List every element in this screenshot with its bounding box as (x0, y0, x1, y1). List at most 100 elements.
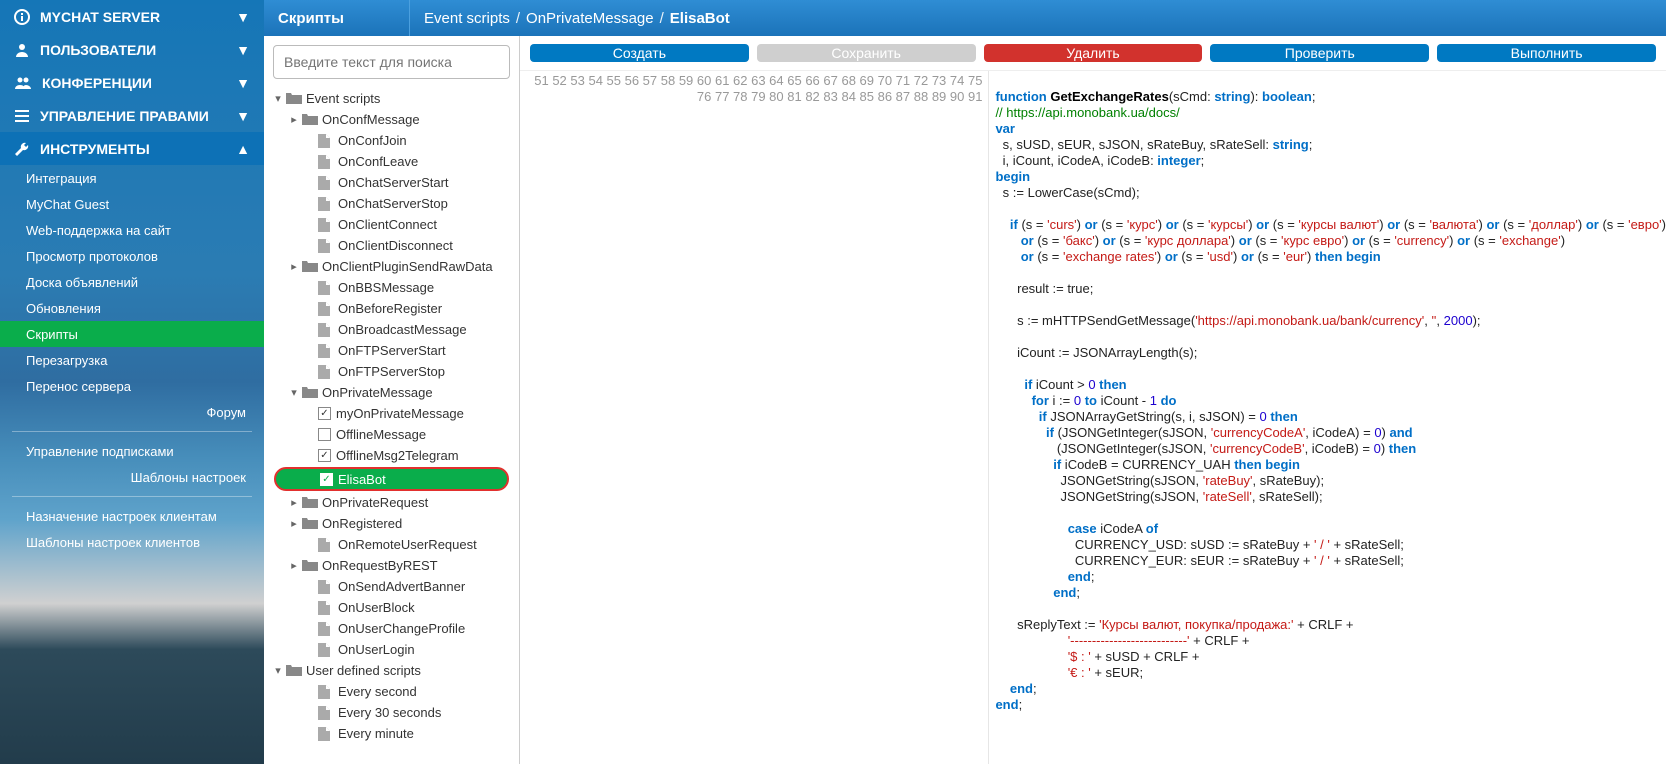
action-bar: Создать Сохранить Удалить Проверить Выпо… (520, 36, 1666, 66)
tree-item[interactable]: ▸ OnClientPluginSendRawData (264, 256, 519, 277)
tree-item-label: OnBBSMessage (338, 280, 434, 295)
tree-expander-icon[interactable]: ▸ (286, 496, 302, 509)
tree-item[interactable]: ▸ OnPrivateRequest (264, 492, 519, 513)
sidebar-section-rights[interactable]: УПРАВЛЕНИЕ ПРАВАМИ▼ (0, 99, 264, 132)
tree-item[interactable]: OnUserLogin (264, 639, 519, 660)
tree-item[interactable]: OnFTPServerStop (264, 361, 519, 382)
create-button[interactable]: Создать (530, 44, 749, 62)
tree-item-label: OnUserBlock (338, 600, 415, 615)
tree-item[interactable]: OfflineMessage (264, 424, 519, 445)
file-icon (318, 197, 334, 211)
tree-item-label: OnChatServerStart (338, 175, 449, 190)
sidebar-item[interactable]: Перенос сервера (0, 373, 264, 399)
folder-icon (286, 92, 302, 106)
sidebar-separator (12, 496, 252, 497)
sidebar-section-conf[interactable]: КОНФЕРЕНЦИИ▼ (0, 66, 264, 99)
tree-item[interactable]: OnBroadcastMessage (264, 319, 519, 340)
sidebar-item[interactable]: Web-поддержка на сайт (0, 217, 264, 243)
tree-item[interactable]: OnChatServerStop (264, 193, 519, 214)
tree-item[interactable]: ▸OnRequestByREST (264, 555, 519, 576)
tree-item-label: User defined scripts (306, 663, 421, 678)
tree-item-label: OnSendAdvertBanner (338, 579, 465, 594)
sidebar-section-users[interactable]: ПОЛЬЗОВАТЕЛИ▼ (0, 33, 264, 66)
tree-item[interactable]: OnConfLeave (264, 151, 519, 172)
checkbox[interactable] (318, 428, 331, 441)
folder-icon (286, 664, 302, 678)
sidebar-section-mychat[interactable]: MYCHAT SERVER▼ (0, 0, 264, 33)
tree-expander-icon[interactable]: ▾ (286, 386, 302, 399)
breadcrumb-part[interactable]: OnPrivateMessage (526, 10, 654, 27)
breadcrumb-part[interactable]: Event scripts (424, 10, 510, 27)
tree-item[interactable]: ▾OnPrivateMessage (264, 382, 519, 403)
tree-expander-icon[interactable]: ▾ (270, 92, 286, 105)
run-button[interactable]: Выполнить (1437, 44, 1656, 62)
sidebar-item[interactable]: Интеграция (0, 165, 264, 191)
file-icon (318, 176, 334, 190)
tree-item-label: OnConfJoin (338, 133, 407, 148)
tree-item-label: OnFTPServerStart (338, 343, 446, 358)
tree-expander-icon[interactable]: ▸ (286, 517, 302, 530)
tree-item[interactable]: OnBeforeRegister (264, 298, 519, 319)
tree-item-selected[interactable]: ✓ElisaBot (274, 467, 509, 491)
code-panel: Создать Сохранить Удалить Проверить Выпо… (520, 36, 1666, 764)
tree-expander-icon[interactable]: ▸ (286, 559, 302, 572)
sidebar-item-subscriptions[interactable]: Управление подписками (0, 438, 264, 464)
sidebar-forum-link[interactable]: Форум (0, 399, 264, 425)
tree-item[interactable]: ▾Event scripts (264, 88, 519, 109)
tree-expander-icon[interactable]: ▸ (286, 260, 302, 273)
script-tree[interactable]: ▾Event scripts▸OnConfMessage OnConfJoin On… (264, 88, 519, 764)
file-icon (318, 643, 334, 657)
delete-button[interactable]: Удалить (984, 44, 1203, 62)
tree-item-label: OnPrivateRequest (322, 495, 428, 510)
tree-item[interactable]: ✓OfflineMsg2Telegram (264, 445, 519, 466)
tree-item[interactable]: OnSendAdvertBanner (264, 576, 519, 597)
checkbox[interactable]: ✓ (320, 473, 333, 486)
tree-item[interactable]: OnClientDisconnect (264, 235, 519, 256)
tree-item[interactable]: ▸OnConfMessage (264, 109, 519, 130)
tree-item[interactable]: OnUserBlock (264, 597, 519, 618)
checkbox[interactable]: ✓ (318, 407, 331, 420)
checkbox[interactable]: ✓ (318, 449, 331, 462)
sidebar-item[interactable]: Обновления (0, 295, 264, 321)
tree-expander-icon[interactable]: ▾ (270, 664, 286, 677)
sidebar-item[interactable]: Доска объявлений (0, 269, 264, 295)
sidebar: MYCHAT SERVER▼ПОЛЬЗОВАТЕЛИ▼КОНФЕРЕНЦИИ▼У… (0, 0, 264, 764)
breadcrumb-current: ElisaBot (670, 10, 730, 27)
tree-item[interactable]: ▸OnRegistered (264, 513, 519, 534)
tree-item-label: OnClientPluginSendRawData (322, 259, 493, 274)
sidebar-item-client-templates[interactable]: Шаблоны настроек клиентов (0, 529, 264, 555)
tree-item[interactable]: OnConfJoin (264, 130, 519, 151)
search-input[interactable] (284, 54, 499, 70)
sidebar-item[interactable]: MyChat Guest (0, 191, 264, 217)
save-button[interactable]: Сохранить (757, 44, 976, 62)
tree-item[interactable]: Every 30 seconds (264, 702, 519, 723)
search-input-wrap[interactable] (273, 45, 510, 79)
sidebar-item-client-assign[interactable]: Назначение настроек клиентам (0, 503, 264, 529)
tree-item[interactable]: OnFTPServerStart (264, 340, 519, 361)
tree-item[interactable]: OnUserChangeProfile (264, 618, 519, 639)
tree-item[interactable]: OnRemoteUserRequest (264, 534, 519, 555)
tree-item[interactable]: Every second (264, 681, 519, 702)
tree-expander-icon[interactable]: ▸ (286, 113, 302, 126)
sidebar-section-tools[interactable]: ИНСТРУМЕНТЫ▲ (0, 132, 264, 165)
sidebar-item[interactable]: Перезагрузка (0, 347, 264, 373)
check-button[interactable]: Проверить (1210, 44, 1429, 62)
tree-item[interactable]: OnClientConnect (264, 214, 519, 235)
tree-item[interactable]: OnBBSMessage (264, 277, 519, 298)
topbar: Скрипты Event scripts / OnPrivateMessage… (264, 0, 1666, 36)
folder-icon (302, 517, 318, 531)
sidebar-item[interactable]: Просмотр протоколов (0, 243, 264, 269)
tree-item[interactable]: Every minute (264, 723, 519, 744)
sidebar-item[interactable]: Скрипты (0, 321, 264, 347)
file-icon (318, 323, 334, 337)
tree-item[interactable]: ✓myOnPrivateMessage (264, 403, 519, 424)
tree-item[interactable]: OnChatServerStart (264, 172, 519, 193)
code-editor[interactable]: 51 52 53 54 55 56 57 58 59 60 61 62 63 6… (520, 70, 1666, 764)
sidebar-templates-link[interactable]: Шаблоны настроек (0, 464, 264, 490)
tree-item-label: Every minute (338, 726, 414, 741)
tree-item-label: OnClientConnect (338, 217, 437, 232)
code-content[interactable]: function GetExchangeRates(sCmd: string):… (989, 71, 1666, 764)
file-icon (318, 365, 334, 379)
folder-icon (302, 113, 318, 127)
tree-item[interactable]: ▾ User defined scripts (264, 660, 519, 681)
